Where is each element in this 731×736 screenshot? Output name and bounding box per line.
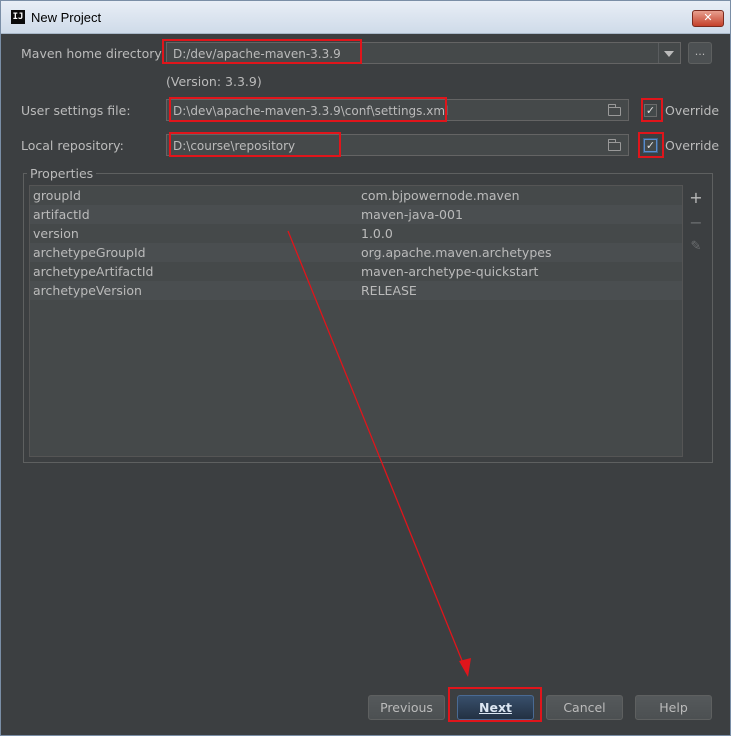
help-label: Help xyxy=(659,700,688,715)
cancel-button[interactable]: Cancel xyxy=(546,695,623,720)
next-button[interactable]: Next xyxy=(457,695,534,720)
new-project-dialog: IJ New Project ✕ Maven home directory: D… xyxy=(0,0,731,736)
annotation-arrow xyxy=(287,230,471,677)
cancel-label: Cancel xyxy=(563,700,606,715)
next-label: Next xyxy=(479,700,512,715)
previous-button[interactable]: Previous xyxy=(368,695,445,720)
help-button[interactable]: Help xyxy=(635,695,712,720)
previous-label: Previous xyxy=(380,700,433,715)
